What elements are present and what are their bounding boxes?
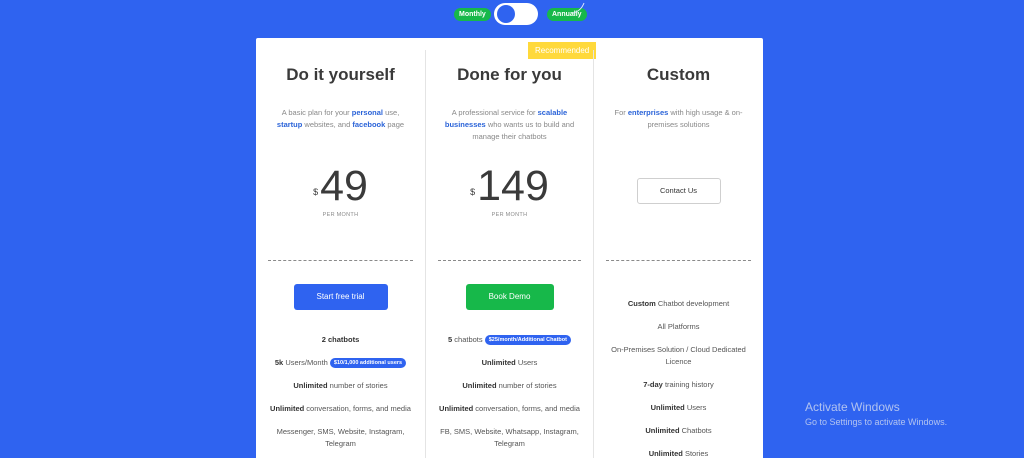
- price: $49: [313, 162, 368, 210]
- price-block: $49 PER MONTH: [256, 163, 425, 223]
- plan-description: For enterprises with high usage & on-pre…: [614, 108, 743, 129]
- feature-item: 5k Users/Month $10/1,000 additional user…: [268, 357, 413, 369]
- plan-title: Done for you: [457, 65, 562, 84]
- divider: [268, 260, 413, 261]
- contact-us-button[interactable]: Contact Us: [636, 178, 721, 204]
- plan-description: A basic plan for your personal use, star…: [276, 108, 405, 129]
- price: $149: [470, 162, 549, 210]
- feature-item: Custom Chatbot development: [627, 299, 730, 308]
- feature-item: On-Premises Solution / Cloud Dedicated L…: [611, 345, 746, 366]
- feature-item: Unlimited conversation, forms, and media: [270, 404, 411, 413]
- plan-done-for-you: Done for you A professional service for …: [425, 50, 594, 458]
- book-demo-button[interactable]: Book Demo: [465, 284, 554, 310]
- feature-item: Unlimited Users: [481, 358, 538, 367]
- plan-do-it-yourself: Do it yourself A basic plan for your per…: [256, 50, 425, 458]
- price-period: PER MONTH: [322, 212, 359, 218]
- feature-item: 5 chatbots $25/month/Additional Chatbot: [437, 334, 582, 346]
- feature-item: Messenger, SMS, Website, Instagram, Tele…: [276, 427, 405, 448]
- feature-item: Unlimited Chatbots: [645, 426, 712, 435]
- feature-item: Unlimited Stories: [648, 449, 709, 458]
- monthly-label[interactable]: Monthly: [454, 8, 491, 21]
- plan-custom: Custom For enterprises with high usage &…: [594, 50, 763, 458]
- addon-price-chip: $25/month/Additional Chatbot: [484, 335, 571, 346]
- activate-windows-watermark: Activate Windows Go to Settings to activ…: [805, 400, 948, 427]
- addon-price-chip: $10/1,000 additional users: [329, 358, 407, 369]
- plan-description: A professional service for scalable busi…: [444, 108, 575, 141]
- plan-title: Custom: [646, 65, 711, 84]
- feature-list: Custom Chatbot development All Platforms…: [594, 298, 763, 458]
- feature-item: All Platforms: [657, 322, 700, 331]
- feature-item: Unlimited number of stories: [293, 381, 388, 390]
- billing-switch[interactable]: [494, 3, 538, 25]
- feature-item: 7-day training history: [643, 380, 714, 389]
- price-block: $149 PER MONTH: [426, 163, 593, 223]
- feature-item: Unlimited number of stories: [462, 381, 557, 390]
- start-free-trial-button[interactable]: Start free trial: [293, 284, 388, 310]
- feature-list: 5 chatbots $25/month/Additional Chatbot …: [426, 334, 593, 458]
- switch-knob: [497, 5, 515, 23]
- feature-item: Unlimited Users: [650, 403, 707, 412]
- price-period: PER MONTH: [491, 212, 528, 218]
- divider: [606, 260, 751, 261]
- pricing-table: Recommended Do it yourself A basic plan …: [256, 38, 763, 458]
- feature-item: 2 chatbots: [321, 335, 360, 344]
- feature-list: 2 chatbots 5k Users/Month $10/1,000 addi…: [256, 334, 425, 458]
- divider: [438, 260, 581, 261]
- billing-toggle[interactable]: Monthly Annually: [452, 2, 592, 25]
- feature-item: FB, SMS, Website, Whatsapp, Instagram, T…: [440, 427, 579, 448]
- feature-item: Unlimited conversation, forms, and media: [439, 404, 580, 413]
- squiggle-decoration-icon: [572, 2, 585, 14]
- plan-title: Do it yourself: [286, 65, 395, 84]
